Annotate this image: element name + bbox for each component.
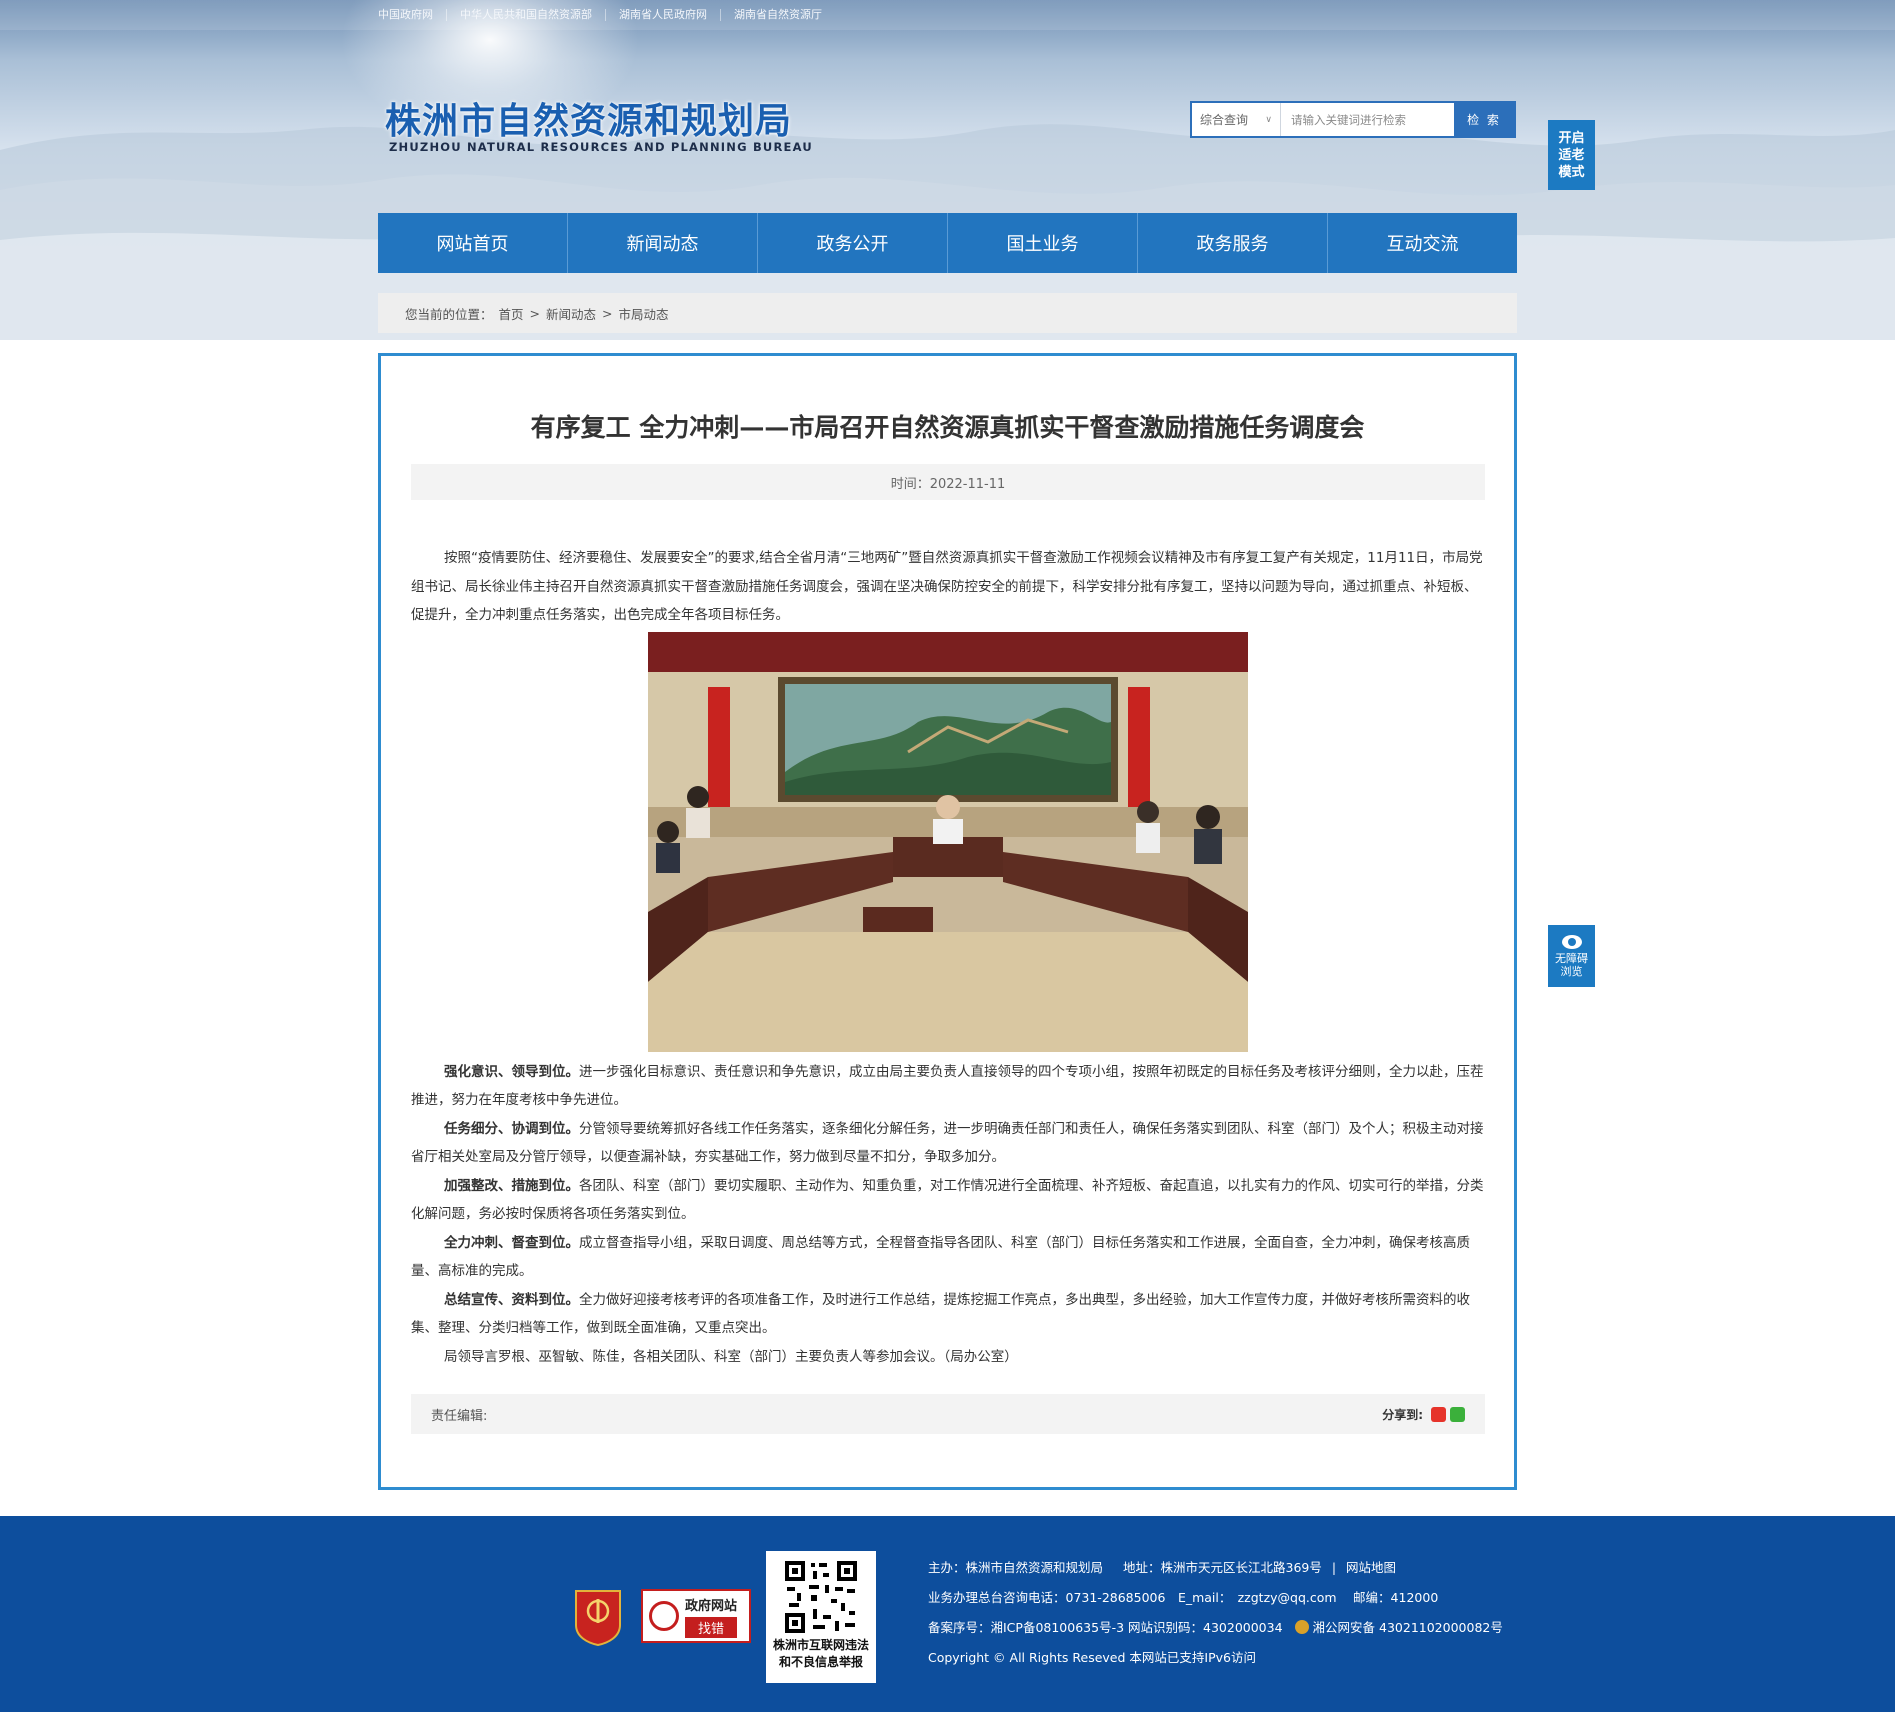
footer-line-3: 备案序号：湘ICP备08100635号-3 网站识别码：4302000034 湘… xyxy=(928,1613,1503,1643)
footer-sitemap-link[interactable]: 网站地图 xyxy=(1346,1560,1396,1575)
report-qr-card[interactable]: 株洲市互联网违法 和不良信息举报 xyxy=(766,1551,876,1683)
eye-icon xyxy=(1561,934,1582,949)
article-point-1: 强化意识、领导到位。进一步强化目标意识、责任意识和争先意识，成立由局主要负责人直… xyxy=(411,1058,1485,1115)
find-error-line2: 找错 xyxy=(685,1616,738,1638)
share-label: 分享到: xyxy=(1382,1407,1423,1422)
elder-mode-button[interactable]: 开启 适老 模式 xyxy=(1548,120,1595,190)
footer-line-2: 业务办理总台咨询电话：0731-28685006 E_mail： zzgtzy@… xyxy=(928,1590,1439,1605)
qr-caption: 株洲市互联网违法 和不良信息举报 xyxy=(766,1637,876,1671)
nav-news[interactable]: 新闻动态 xyxy=(568,213,758,273)
top-links: 中国政府网 中华人民共和国自然资源部 湖南省人民政府网 湖南省自然资源厅 xyxy=(378,0,835,30)
breadcrumb: 您当前的位置： 首页 > 新闻动态 > 市局动态 xyxy=(378,293,1517,333)
top-link-bar xyxy=(0,0,1895,30)
footer-info: 主办：株洲市自然资源和规划局 地址：株洲市天元区长江北路369号 | 网站地图 … xyxy=(928,1553,1503,1673)
top-link-hunan-gov[interactable]: 湖南省人民政府网 xyxy=(605,9,720,21)
breadcrumb-news[interactable]: 新闻动态 xyxy=(546,304,596,323)
police-badge-icon xyxy=(1294,1620,1309,1634)
article-closing: 局领导言罗根、巫智敏、陈佳，各相关团队、科室（部门）主要负责人等参加会议。（局办… xyxy=(444,1348,1018,1365)
meeting-photo xyxy=(648,631,1248,1052)
site-logo-subtitle: ZHUZHOU NATURAL RESOURCES AND PLANNING B… xyxy=(389,140,813,154)
breadcrumb-label: 您当前的位置： xyxy=(405,306,493,322)
article-point-3: 加强整改、措施到位。各团队、科室（部门）要切实履职、主动作为、知重负重，对工作情… xyxy=(411,1172,1485,1229)
accessibility-label-1: 无障碍 xyxy=(1555,951,1588,965)
article-intro: 按照“疫情要防住、经济要稳住、发展要安全”的要求,结合全省月清“三地两矿”暨自然… xyxy=(411,550,1483,623)
footer-address: 地址：株洲市天元区长江北路369号 xyxy=(1123,1560,1322,1575)
elder-mode-label: 开启 适老 模式 xyxy=(1558,130,1585,180)
party-gov-badge[interactable] xyxy=(572,1587,624,1647)
point-1-heading: 强化意识、领导到位。 xyxy=(444,1063,579,1080)
breadcrumb-sep: > xyxy=(602,305,613,321)
qr-caption-line2: 和不良信息举报 xyxy=(778,1655,863,1669)
find-error-text: 政府网站 找错 xyxy=(685,1595,738,1638)
point-3-heading: 加强整改、措施到位。 xyxy=(444,1177,579,1194)
article-footer-bar: 责任编辑: 分享到: xyxy=(411,1394,1485,1434)
magnifier-icon xyxy=(649,1601,679,1631)
nav-land-business[interactable]: 国土业务 xyxy=(948,213,1138,273)
breadcrumb-city-news[interactable]: 市局动态 xyxy=(619,304,669,323)
point-5-heading: 总结宣传、资料到位。 xyxy=(444,1291,579,1308)
search-bar: 综合查询 ∨ 检 索 xyxy=(1190,101,1516,138)
nav-interaction[interactable]: 互动交流 xyxy=(1328,213,1517,273)
share-group: 分享到: xyxy=(1382,1406,1465,1423)
article-date: 时间：2022-11-11 xyxy=(890,476,1006,492)
top-link-mnr[interactable]: 中华人民共和国自然资源部 xyxy=(446,9,605,21)
search-scope-value: 综合查询 xyxy=(1200,113,1249,127)
qr-code-icon xyxy=(783,1559,859,1635)
search-scope-select[interactable]: 综合查询 ∨ xyxy=(1192,103,1281,136)
qr-caption-line1: 株洲市互联网违法 xyxy=(772,1638,869,1652)
find-error-line1: 政府网站 xyxy=(685,1598,738,1614)
article-body: 按照“疫情要防住、经济要稳住、发展要安全”的要求,结合全省月清“三地两矿”暨自然… xyxy=(411,544,1485,1371)
top-link-gov[interactable]: 中国政府网 xyxy=(378,9,446,21)
chevron-down-icon: ∨ xyxy=(1265,114,1272,125)
article-container: 有序复工 全力冲刺——市局召开自然资源真抓实干督查激励措施任务调度会 时间：20… xyxy=(378,353,1517,1490)
footer-line-4: Copyright © All Rights Reseved 本网站已支持IPv… xyxy=(928,1650,1256,1665)
point-2-heading: 任务细分、协调到位。 xyxy=(444,1120,579,1137)
find-error-badge[interactable]: 政府网站 找错 xyxy=(641,1589,751,1643)
wechat-share-icon[interactable] xyxy=(1450,1406,1465,1422)
nav-gov-open[interactable]: 政务公开 xyxy=(758,213,948,273)
footer-police-record[interactable]: 湘公网安备 43021102000082号 xyxy=(1313,1620,1503,1635)
article-point-5: 总结宣传、资料到位。全力做好迎接考核考评的各项准备工作，及时进行工作总结，提炼挖… xyxy=(411,1286,1485,1343)
breadcrumb-sep: > xyxy=(529,305,541,321)
weibo-share-icon[interactable] xyxy=(1431,1406,1446,1422)
main-nav: 网站首页 新闻动态 政务公开 国土业务 政务服务 互动交流 xyxy=(378,213,1517,273)
search-input[interactable] xyxy=(1281,103,1454,136)
search-button[interactable]: 检 索 xyxy=(1454,103,1514,136)
footer-icp[interactable]: 备案序号：湘ICP备08100635号-3 网站识别码：4302000034 xyxy=(928,1620,1283,1635)
top-link-hunan-nr[interactable]: 湖南省自然资源厅 xyxy=(720,9,835,21)
footer-line-1: 主办：株洲市自然资源和规划局 地址：株洲市天元区长江北路369号 | 网站地图 xyxy=(928,1560,1397,1575)
meeting-photo-graphic xyxy=(648,631,1248,1052)
editor-label: 责任编辑: xyxy=(431,1408,488,1424)
article-date-bar: 时间：2022-11-11 xyxy=(411,464,1485,500)
nav-gov-service[interactable]: 政务服务 xyxy=(1138,213,1328,273)
article-point-2: 任务细分、协调到位。分管领导要统筹抓好各线工作任务落实，逐条细化分解任务，进一步… xyxy=(411,1115,1485,1172)
accessibility-label-2: 浏览 xyxy=(1560,964,1583,978)
accessibility-button[interactable]: 无障碍 浏览 xyxy=(1548,925,1595,987)
nav-home[interactable]: 网站首页 xyxy=(378,213,568,273)
site-logo-title[interactable]: 株洲市自然资源和规划局 xyxy=(385,92,792,144)
breadcrumb-home[interactable]: 首页 xyxy=(499,304,524,323)
header-background xyxy=(0,0,1895,340)
party-gov-badge-icon xyxy=(575,1590,621,1647)
article-point-4: 全力冲刺、督查到位。成立督查指导小组，采取日调度、周总结等方式，全程督查指导各团… xyxy=(411,1229,1485,1286)
footer-host: 主办：株洲市自然资源和规划局 xyxy=(928,1560,1104,1575)
point-4-heading: 全力冲刺、督查到位。 xyxy=(444,1234,579,1251)
article-title: 有序复工 全力冲刺——市局召开自然资源真抓实干督查激励措施任务调度会 xyxy=(530,413,1365,442)
